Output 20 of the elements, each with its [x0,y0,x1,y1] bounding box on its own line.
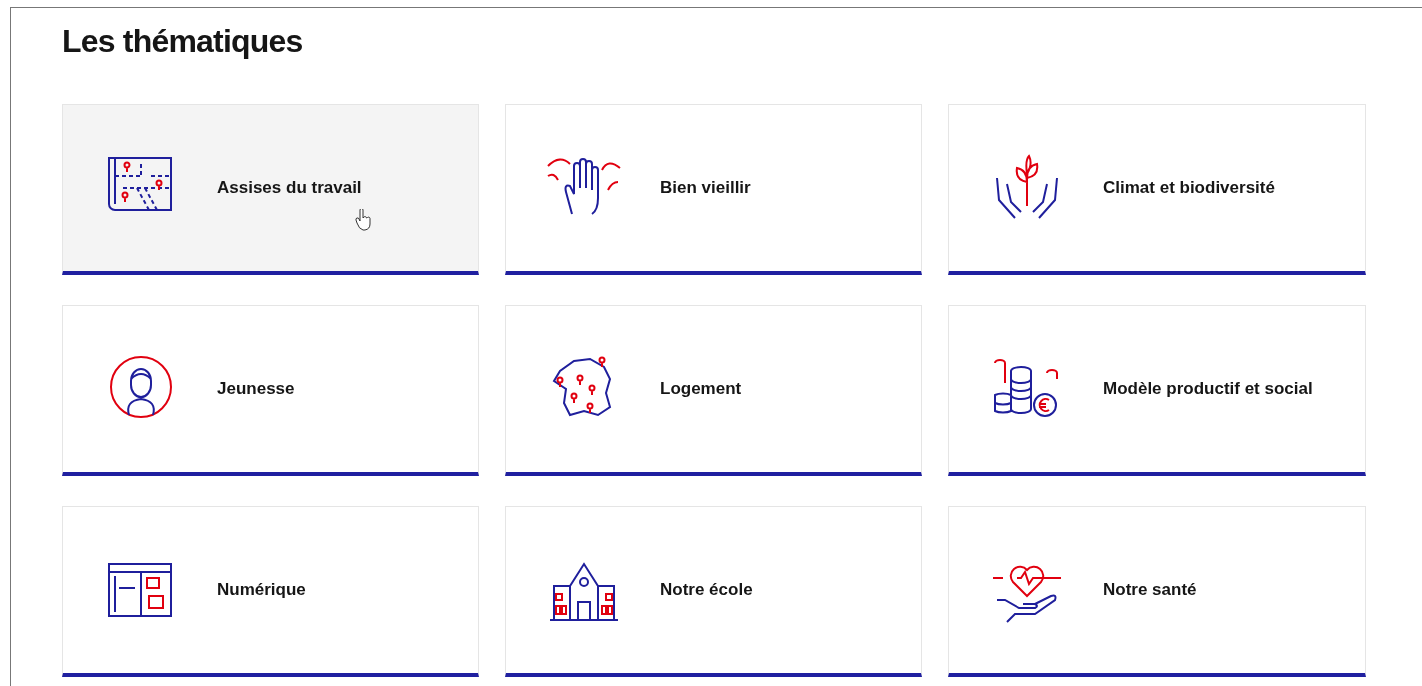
tile-label: Climat et biodiversité [1103,177,1275,200]
section-heading: Les thématiques [62,22,304,60]
theme-tile[interactable]: Assises du travail [62,104,479,275]
theme-tile[interactable]: Notre école [505,506,922,677]
hand-cursor-icon [355,209,373,231]
tile-label: Assises du travail [217,177,362,200]
theme-tile[interactable]: Notre santé [948,506,1366,677]
tile-label: Bien vieillir [660,177,751,200]
tile-label: Modèle productif et social [1103,378,1313,401]
theme-tile[interactable]: Modèle productif et social [948,305,1366,476]
tile-label: Numérique [217,579,306,602]
theme-tile[interactable]: Climat et biodiversité [948,104,1366,275]
tile-label: Jeunesse [217,378,295,401]
theme-tile[interactable]: Logement [505,305,922,476]
tile-label: Notre santé [1103,579,1197,602]
tile-label: Notre école [660,579,753,602]
theme-tile[interactable]: Bien vieillir [505,104,922,275]
tile-label: Logement [660,378,742,401]
theme-tile[interactable]: Numérique [62,506,479,677]
theme-tile[interactable]: Jeunesse [62,305,479,476]
